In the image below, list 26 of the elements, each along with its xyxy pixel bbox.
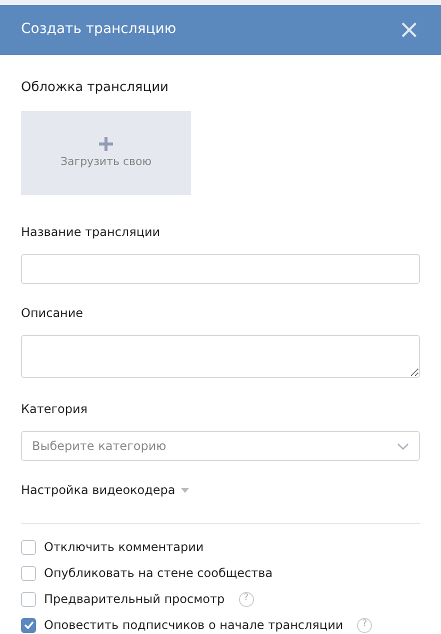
description-field[interactable]: [21, 335, 420, 378]
caret-icon: [181, 488, 190, 492]
plus-icon: [98, 136, 114, 152]
field-label: Описание: [21, 305, 84, 322]
checkbox[interactable]: [21, 618, 36, 632]
select-placeholder: Выберите категорию: [32, 438, 166, 455]
close-button[interactable]: ×: [398, 16, 420, 43]
checkbox-label: Опубликовать на стене сообщества: [44, 565, 273, 582]
window-title: Создать трансляцию: [21, 20, 176, 40]
checkbox[interactable]: [21, 540, 36, 554]
encoder-settings-toggle[interactable]: Настройка видеокодера: [21, 481, 190, 499]
help-icon[interactable]: ?: [357, 618, 372, 632]
chevron-down-icon: [397, 442, 409, 450]
checkbox[interactable]: [21, 592, 36, 606]
checkbox-label: Отключить комментарии: [44, 539, 204, 556]
checkbox-label: Оповестить подписчиков о начале трансляции: [44, 617, 344, 634]
checkbox-label: Предварительный просмотр: [44, 591, 225, 608]
field-label: Название трансляции: [21, 224, 162, 241]
checkbox[interactable]: [21, 566, 36, 580]
section-label: Обложка трансляции: [21, 78, 170, 96]
checkmark-icon: [24, 621, 34, 629]
input-field[interactable]: [21, 254, 420, 284]
field-label: Категория: [21, 401, 89, 418]
help-icon[interactable]: ?: [238, 592, 254, 606]
category-select[interactable]: Выберите категорию: [21, 431, 420, 461]
upload-cover-button[interactable]: Загрузить свою: [21, 111, 191, 195]
